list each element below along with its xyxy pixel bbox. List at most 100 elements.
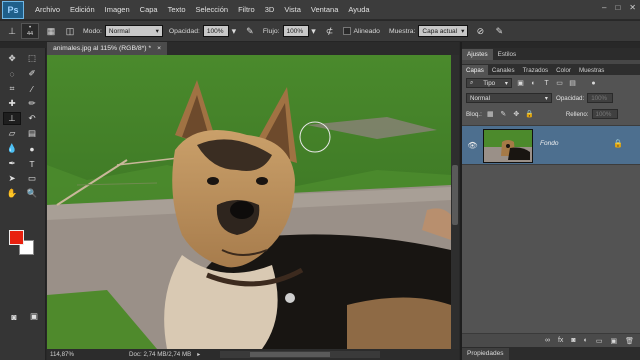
- minimize-button[interactable]: –: [602, 3, 606, 12]
- horizontal-scroll-thumb[interactable]: [250, 352, 331, 357]
- path-selection-tool-icon[interactable]: ➤: [3, 172, 21, 185]
- pressure-opacity-icon[interactable]: ✎: [243, 24, 257, 38]
- airbrush-icon[interactable]: ⊄: [323, 24, 337, 38]
- tab-estilos[interactable]: Estilos: [493, 49, 522, 60]
- lock-transparency-icon[interactable]: ▦: [486, 110, 495, 119]
- flow-input[interactable]: 100%: [282, 25, 309, 37]
- spot-healing-tool-icon[interactable]: ✚: [3, 97, 21, 110]
- maximize-button[interactable]: □: [615, 3, 620, 12]
- brush-preset-picker[interactable]: • 44: [21, 23, 39, 39]
- zoom-level[interactable]: 114,87%: [47, 351, 81, 358]
- filter-shape-icon[interactable]: ▭: [555, 79, 564, 88]
- menu-texto[interactable]: Texto: [163, 5, 191, 14]
- blend-mode-select[interactable]: Normal ▾: [466, 93, 552, 103]
- sample-select[interactable]: Capa actual ▾: [418, 25, 469, 37]
- clone-stamp-preset-icon[interactable]: ⊥: [5, 24, 19, 38]
- filter-adjustment-icon[interactable]: ◐: [529, 79, 538, 88]
- flow-label: Flujo:: [262, 27, 280, 35]
- tab-color[interactable]: Color: [552, 65, 575, 75]
- quick-selection-tool-icon[interactable]: ✐: [23, 67, 41, 80]
- filter-pixel-icon[interactable]: ▣: [516, 79, 525, 88]
- filter-type-icon[interactable]: T: [542, 79, 551, 88]
- opacity-dropdown-icon[interactable]: ▾: [230, 24, 238, 38]
- menu-archivo[interactable]: Archivo: [30, 5, 65, 14]
- eraser-tool-icon[interactable]: ▱: [3, 127, 21, 140]
- lock-all-icon[interactable]: 🔒: [525, 110, 534, 119]
- tools-panel: ✥ ⬚ ◌ ✐ ⌗ ⁄ ✚ ✏ ⊥ ↶ ▱ ▤ 💧 ● ✒ T ➤ ▭ ✋ 🔍 …: [0, 48, 46, 360]
- opacity-value: 100%: [206, 27, 224, 35]
- tab-trazados[interactable]: Trazados: [519, 65, 553, 75]
- tab-muestras[interactable]: Muestras: [575, 65, 608, 75]
- fill-input[interactable]: 100%: [591, 109, 618, 119]
- pressure-size-icon[interactable]: ✎: [492, 24, 506, 38]
- dodge-tool-icon[interactable]: ●: [23, 142, 41, 155]
- rectangle-tool-icon[interactable]: ▭: [23, 172, 41, 185]
- lasso-tool-icon[interactable]: ◌: [3, 67, 21, 80]
- blur-tool-icon[interactable]: 💧: [3, 142, 21, 155]
- vertical-scrollbar[interactable]: [451, 55, 459, 349]
- options-bar: ⊥ • 44 ▦ ◫ Modo: Normal ▾ Opacidad: 100%…: [0, 21, 640, 42]
- new-layer-icon[interactable]: ▣: [610, 337, 617, 345]
- document-canvas[interactable]: [47, 55, 451, 349]
- screen-mode-icon[interactable]: ▣: [25, 310, 43, 323]
- new-adjustment-layer-icon[interactable]: ◐: [584, 337, 588, 344]
- layer-kind-filter[interactable]: ⌕ Tipo ▾: [466, 78, 512, 88]
- layer-style-icon[interactable]: fx: [558, 337, 563, 344]
- brush-panel-icon[interactable]: ▦: [44, 24, 58, 38]
- filter-toggle-icon[interactable]: ●: [589, 79, 598, 88]
- layer-opacity-input[interactable]: 100%: [587, 93, 614, 103]
- move-tool-icon[interactable]: ✥: [3, 52, 21, 65]
- zoom-tool-icon[interactable]: 🔍: [23, 187, 41, 200]
- tab-ajustes[interactable]: Ajustes: [462, 49, 493, 60]
- tab-canales[interactable]: Canales: [488, 65, 519, 75]
- close-document-icon[interactable]: ×: [157, 45, 161, 52]
- clone-stamp-tool-icon[interactable]: ⊥: [3, 112, 21, 125]
- tab-propiedades[interactable]: Propiedades: [462, 347, 509, 360]
- menu-filtro[interactable]: Filtro: [233, 5, 260, 14]
- status-menu-arrow[interactable]: ▸: [197, 351, 200, 358]
- close-button[interactable]: ✕: [629, 3, 636, 12]
- link-layers-icon[interactable]: ∞: [545, 337, 550, 344]
- clone-source-icon[interactable]: ◫: [63, 24, 77, 38]
- layers-panel-tabs: Capas Canales Trazados Color Muestras: [462, 64, 640, 75]
- visibility-eye-icon[interactable]: 👁: [467, 140, 478, 151]
- lock-position-icon[interactable]: ✥: [512, 110, 521, 119]
- brush-tool-icon[interactable]: ✏: [23, 97, 41, 110]
- menu-ayuda[interactable]: Ayuda: [343, 5, 374, 14]
- chevron-down-icon: ▾: [504, 79, 508, 87]
- layer-lock-icon: 🔒: [613, 139, 623, 148]
- add-mask-icon[interactable]: ◙: [571, 337, 575, 344]
- sample-value: Capa actual: [422, 27, 458, 35]
- gradient-tool-icon[interactable]: ▤: [23, 127, 41, 140]
- layer-row-fondo[interactable]: 👁 Fondo 🔒: [462, 125, 640, 165]
- flow-dropdown-icon[interactable]: ▾: [310, 24, 318, 38]
- hand-tool-icon[interactable]: ✋: [3, 187, 21, 200]
- marquee-tool-icon[interactable]: ⬚: [23, 52, 41, 65]
- vertical-scroll-thumb[interactable]: [452, 165, 458, 225]
- history-brush-tool-icon[interactable]: ↶: [23, 112, 41, 125]
- menu-capa[interactable]: Capa: [135, 5, 163, 14]
- horizontal-scrollbar[interactable]: [220, 351, 381, 358]
- eyedropper-tool-icon[interactable]: ⁄: [23, 82, 41, 95]
- new-group-icon[interactable]: ▭: [596, 337, 603, 345]
- type-tool-icon[interactable]: T: [23, 157, 41, 170]
- menu-3d[interactable]: 3D: [260, 5, 280, 14]
- menu-vista[interactable]: Vista: [279, 5, 306, 14]
- aligned-checkbox[interactable]: [342, 27, 351, 35]
- delete-layer-icon[interactable]: 🗑: [625, 337, 634, 345]
- crop-tool-icon[interactable]: ⌗: [3, 82, 21, 95]
- menu-ventana[interactable]: Ventana: [306, 5, 344, 14]
- tab-capas[interactable]: Capas: [462, 65, 488, 75]
- filter-smart-object-icon[interactable]: ▤: [568, 79, 577, 88]
- lock-pixels-icon[interactable]: ✎: [499, 110, 508, 119]
- pen-tool-icon[interactable]: ✒: [3, 157, 21, 170]
- menu-seleccion[interactable]: Selección: [191, 5, 234, 14]
- document-tab[interactable]: animales.jpg al 115% (RGB/8*) * ×: [47, 42, 168, 55]
- menu-edicion[interactable]: Edición: [65, 5, 100, 14]
- mode-select[interactable]: Normal ▾: [104, 25, 163, 37]
- opacity-input[interactable]: 100%: [202, 25, 229, 37]
- ignore-adjustment-layers-icon[interactable]: ⊘: [473, 24, 487, 38]
- quick-mask-icon[interactable]: ◙: [5, 310, 23, 323]
- menu-imagen[interactable]: Imagen: [100, 5, 135, 14]
- foreground-color-swatch[interactable]: [9, 230, 24, 245]
